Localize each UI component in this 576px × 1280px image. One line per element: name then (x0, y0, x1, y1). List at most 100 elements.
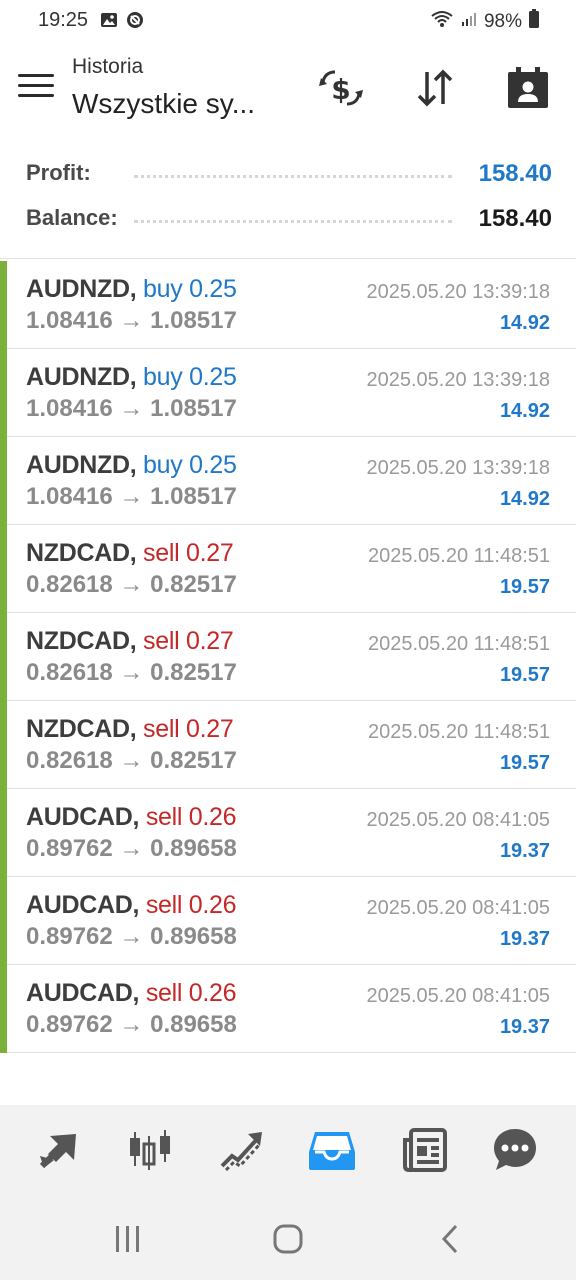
trade-icon[interactable] (217, 1125, 267, 1175)
deal-profit: 19.37 (499, 840, 550, 862)
deal-prices: 1.08416 → 1.08517 (26, 395, 237, 422)
deal-side-volume: sell 0.26 (145, 891, 237, 919)
messages-icon[interactable] (490, 1125, 540, 1175)
deal-side-volume: sell 0.27 (143, 539, 234, 567)
news-icon[interactable] (400, 1125, 450, 1175)
deal-row[interactable]: NZDCAD, sell 0.27 0.82618 → 0.82517 2025.0… (0, 613, 576, 701)
deal-status-bar (0, 965, 7, 1053)
deal-side-volume: buy 0.25 (143, 275, 237, 303)
calendar-person-icon[interactable] (504, 64, 552, 112)
deal-row[interactable]: NZDCAD, sell 0.27 0.82618 → 0.82517 2025.0… (0, 525, 576, 613)
deal-time: 2025.05.20 13:39:18 (366, 457, 550, 479)
app-bar: Historia Wszystkie sy... $ (0, 44, 576, 134)
system-navigation (0, 1197, 576, 1280)
deal-profit: 19.57 (499, 664, 550, 686)
deal-symbol-name: AUDCAD, (26, 891, 140, 919)
status-system-icons: 98% (430, 9, 540, 35)
balance-row: Balance: 158.40 (26, 205, 552, 235)
signal-icon (460, 10, 478, 34)
deals-list: AUDNZD, buy 0.25 1.08416 → 1.08517 2025.05… (0, 261, 576, 1053)
deal-status-bar (0, 349, 7, 437)
image-icon (100, 11, 118, 34)
deal-symbol-name: NZDCAD, (26, 627, 137, 655)
dnd-icon (126, 11, 144, 34)
history-summary: Profit: 158.40 Balance: 158.40 (0, 150, 576, 259)
deal-status-bar (0, 525, 7, 613)
deal-time: 2025.05.20 08:41:05 (366, 985, 550, 1007)
balance-label: Balance: (26, 205, 118, 230)
deal-row[interactable]: NZDCAD, sell 0.27 0.82618 → 0.82517 2025.0… (0, 701, 576, 789)
deal-symbol: NZDCAD, sell 0.27 (26, 539, 234, 568)
deal-symbol-name: AUDNZD, (26, 363, 137, 391)
deal-prices: 0.82618 → 0.82517 (26, 659, 237, 686)
deal-time: 2025.05.20 08:41:05 (366, 897, 550, 919)
deal-prices: 1.08416 → 1.08517 (26, 307, 237, 334)
app-subtitle: Historia (72, 55, 144, 78)
deal-status-bar (0, 789, 7, 877)
deal-time: 2025.05.20 08:41:05 (366, 809, 550, 831)
deal-time: 2025.05.20 11:48:51 (367, 633, 550, 655)
recents-icon[interactable] (108, 1221, 148, 1257)
history-screen: 19:25 98% Historia Wszystkie sy... $ Pro… (0, 0, 576, 1280)
back-icon[interactable] (430, 1221, 470, 1257)
deal-prices: 1.08416 → 1.08517 (26, 483, 237, 510)
home-icon[interactable] (268, 1221, 308, 1257)
balance-value: 158.40 (478, 205, 552, 232)
history-icon[interactable] (307, 1125, 357, 1175)
deal-profit: 19.57 (499, 752, 550, 774)
currency-exchange-icon[interactable]: $ (317, 64, 365, 112)
deal-profit: 19.57 (499, 576, 550, 598)
battery-icon (528, 9, 540, 35)
deal-time: 2025.05.20 13:39:18 (366, 369, 550, 391)
deal-row[interactable]: AUDNZD, buy 0.25 1.08416 → 1.08517 2025.05… (0, 261, 576, 349)
deal-status-bar (0, 877, 7, 965)
deal-symbol: AUDCAD, sell 0.26 (26, 891, 237, 920)
deal-status-bar (0, 701, 7, 789)
deal-symbol: AUDCAD, sell 0.26 (26, 979, 237, 1008)
deal-symbol: NZDCAD, sell 0.27 (26, 627, 234, 656)
deal-profit: 14.92 (499, 312, 550, 334)
deal-row[interactable]: AUDCAD, sell 0.26 0.89762 → 0.89658 2025.0… (0, 965, 576, 1053)
sort-icon[interactable] (411, 64, 459, 112)
deal-profit: 19.37 (499, 1016, 550, 1038)
deal-status-bar (0, 613, 7, 701)
profit-value: 158.40 (478, 160, 552, 187)
deal-symbol-name: AUDNZD, (26, 275, 137, 303)
deal-side-volume: sell 0.26 (145, 803, 237, 831)
deal-row[interactable]: AUDNZD, buy 0.25 1.08416 → 1.08517 2025.05… (0, 437, 576, 525)
deal-prices: 0.89762 → 0.89658 (26, 835, 237, 862)
deal-row[interactable]: AUDCAD, sell 0.26 0.89762 → 0.89658 2025.0… (0, 789, 576, 877)
deal-prices: 0.82618 → 0.82517 (26, 571, 237, 598)
deal-status-bar (0, 261, 7, 349)
dotted-leader (134, 220, 452, 223)
status-bar: 19:25 98% (0, 0, 576, 44)
symbol-filter-title[interactable]: Wszystkie sy... (72, 88, 255, 120)
deal-side-volume: buy 0.25 (143, 363, 237, 391)
deal-time: 2025.05.20 11:48:51 (367, 721, 550, 743)
deal-row[interactable]: AUDCAD, sell 0.26 0.89762 → 0.89658 2025.0… (0, 877, 576, 965)
dotted-leader (134, 175, 452, 178)
deal-symbol: NZDCAD, sell 0.27 (26, 715, 234, 744)
deal-symbol: AUDNZD, buy 0.25 (26, 451, 237, 480)
deal-symbol: AUDNZD, buy 0.25 (26, 363, 237, 392)
deal-side-volume: buy 0.25 (143, 451, 237, 479)
profit-label: Profit: (26, 160, 91, 185)
deal-symbol-name: AUDNZD, (26, 451, 137, 479)
deal-prices: 0.89762 → 0.89658 (26, 1011, 237, 1038)
deal-side-volume: sell 0.27 (143, 627, 234, 655)
deal-row[interactable]: AUDNZD, buy 0.25 1.08416 → 1.08517 2025.05… (0, 349, 576, 437)
battery-percent: 98% (483, 11, 522, 32)
svg-text:$: $ (331, 73, 350, 106)
deal-prices: 0.82618 → 0.82517 (26, 747, 237, 774)
quotes-icon[interactable] (35, 1125, 85, 1175)
bottom-navigation (0, 1105, 576, 1197)
deal-prices: 0.89762 → 0.89658 (26, 923, 237, 950)
status-notification-icons (100, 11, 144, 34)
deal-profit: 19.37 (499, 928, 550, 950)
deal-profit: 14.92 (499, 400, 550, 422)
menu-icon[interactable] (18, 74, 54, 102)
chart-icon[interactable] (126, 1125, 176, 1175)
deal-symbol: AUDCAD, sell 0.26 (26, 803, 237, 832)
profit-row: Profit: 158.40 (26, 160, 552, 190)
deal-symbol-name: NZDCAD, (26, 715, 137, 743)
